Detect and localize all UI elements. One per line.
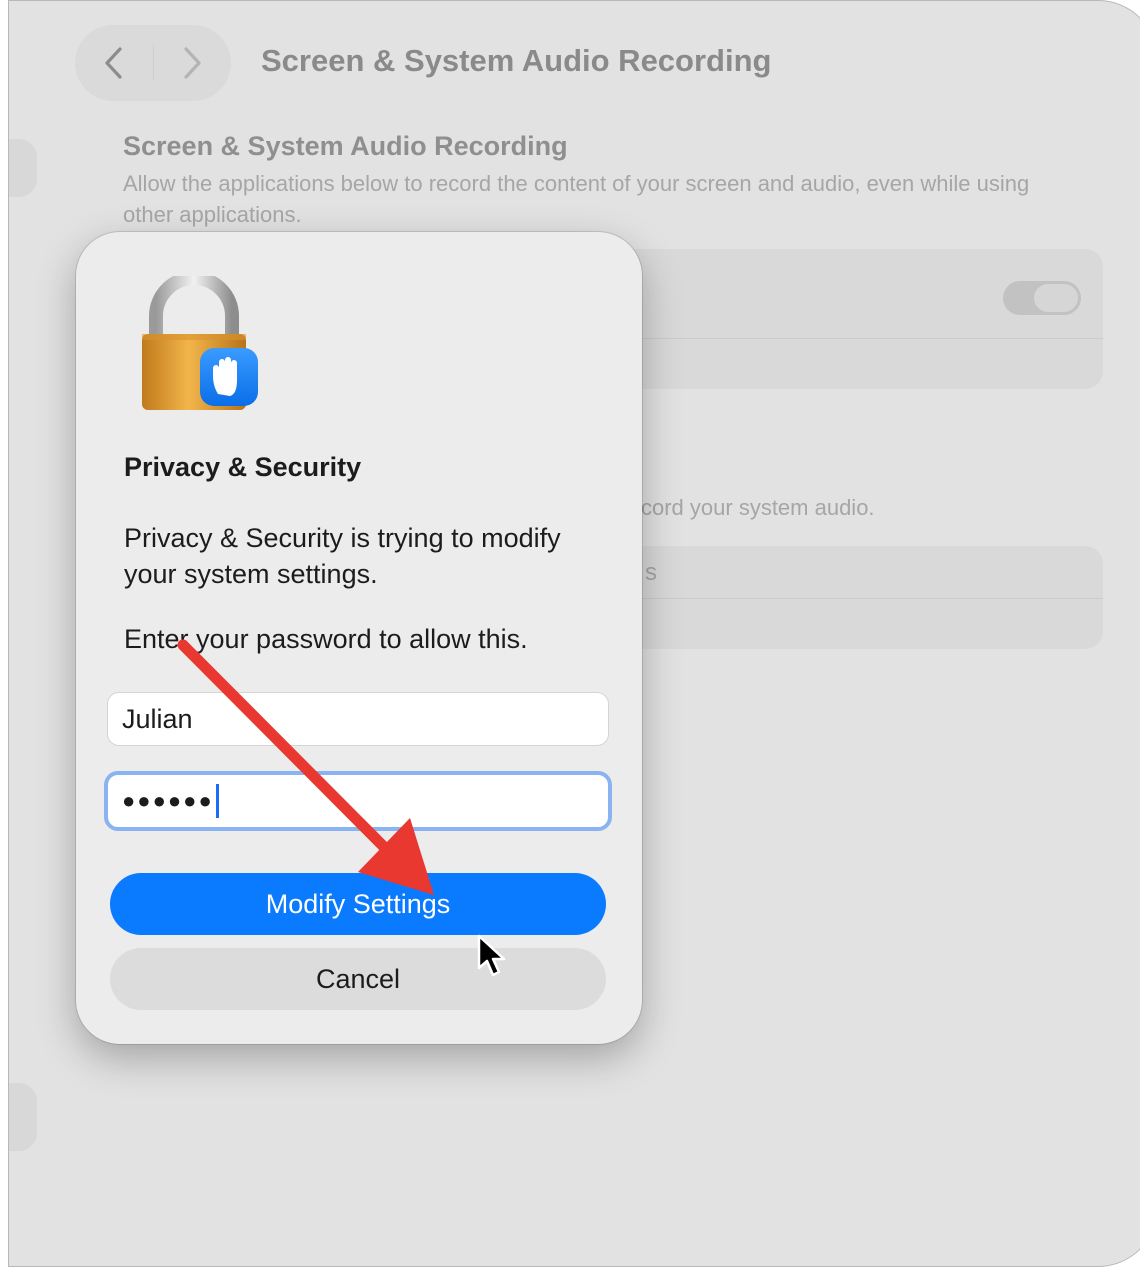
back-button[interactable]: [75, 25, 153, 101]
cancel-button[interactable]: Cancel: [110, 948, 606, 1010]
dialog-title: Privacy & Security: [124, 452, 362, 482]
modify-settings-button[interactable]: Modify Settings: [110, 873, 606, 935]
username-value: Julian: [122, 703, 193, 734]
password-value: ●●●●●●: [122, 788, 214, 813]
text-caret: [215, 784, 219, 818]
username-field[interactable]: Julian: [107, 692, 609, 746]
password-field[interactable]: ●●●●●●: [104, 771, 612, 831]
chevron-left-icon: [105, 47, 122, 79]
cancel-label: Cancel: [315, 963, 401, 994]
mouse-pointer-icon: [477, 934, 506, 977]
modify-settings-label: Modify Settings: [265, 888, 451, 919]
section-heading: Screen & System Audio Recording: [123, 131, 568, 161]
app-permission-toggle[interactable]: [1003, 281, 1081, 315]
navigation-buttons: [75, 25, 231, 101]
list-item-label: s: [645, 559, 657, 586]
section-description: Allow the applications below to record t…: [123, 171, 1030, 227]
dialog-prompt: Enter your password to allow this.: [124, 624, 528, 654]
sidebar-edge: [9, 1, 57, 1266]
dialog-message: Privacy & Security is trying to modify y…: [124, 523, 561, 589]
authorization-dialog: Privacy & Security Privacy & Security is…: [76, 232, 642, 1044]
forward-button[interactable]: [154, 25, 232, 101]
sidebar-item[interactable]: [9, 139, 37, 197]
system-audio-description: cord your system audio.: [641, 495, 875, 520]
toggle-knob: [1034, 284, 1078, 312]
privacy-lock-icon: [142, 276, 258, 410]
sidebar-item[interactable]: [9, 1083, 37, 1151]
chevron-right-icon: [184, 47, 201, 79]
window-title: Screen & System Audio Recording: [261, 43, 772, 78]
